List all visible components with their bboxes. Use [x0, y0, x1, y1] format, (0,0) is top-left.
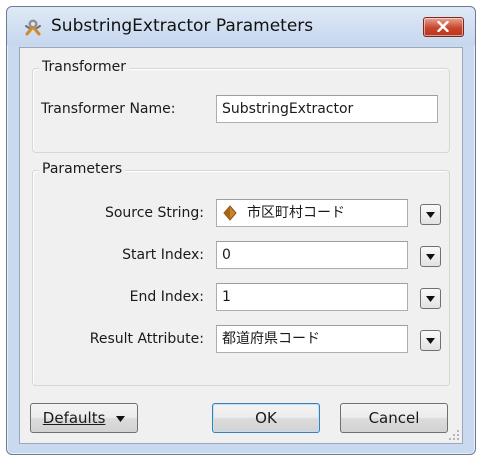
end-index-input[interactable]: 1 [216, 283, 408, 311]
attribute-diamond-icon [223, 205, 237, 221]
result-attribute-label: Result Attribute: [89, 331, 204, 347]
end-index-label: End Index: [129, 289, 204, 305]
close-icon [437, 21, 449, 32]
dialog-content: Transformer Transformer Name: SubstringE… [19, 47, 463, 444]
chevron-down-icon [116, 415, 126, 422]
transformer-name-input[interactable]: SubstringExtractor [216, 95, 438, 123]
dialog-window: SubstringExtractor Parameters Transforme… [6, 6, 476, 455]
source-string-label: Source String: [104, 205, 204, 221]
result-attribute-input[interactable]: 都道府県コード [216, 325, 408, 353]
ok-button[interactable]: OK [212, 403, 320, 433]
start-index-label: Start Index: [122, 247, 204, 263]
transformer-group: Transformer Transformer Name: SubstringE… [32, 59, 450, 153]
transformer-name-label: Transformer Name: [41, 101, 176, 117]
title-bar[interactable]: SubstringExtractor Parameters [7, 7, 475, 45]
parameters-group-label: Parameters [39, 161, 126, 177]
chevron-down-icon [426, 212, 435, 218]
window-title: SubstringExtractor Parameters [51, 16, 314, 36]
chevron-down-icon [426, 254, 435, 260]
end-index-dropdown-button[interactable] [420, 288, 441, 309]
close-button[interactable] [423, 17, 464, 37]
start-index-dropdown-button[interactable] [420, 246, 441, 267]
result-attribute-dropdown-button[interactable] [420, 330, 441, 351]
transformer-group-label: Transformer [39, 59, 130, 75]
start-index-input[interactable]: 0 [216, 241, 408, 269]
resize-grip-icon[interactable] [448, 429, 460, 441]
cancel-button[interactable]: Cancel [340, 403, 448, 433]
defaults-button[interactable]: Defaults [30, 403, 138, 433]
chevron-down-icon [426, 338, 435, 344]
parameters-group: Parameters Source String: 市区町村コード Start … [32, 161, 450, 386]
source-string-dropdown-button[interactable] [420, 204, 441, 225]
chevron-down-icon [426, 296, 435, 302]
transformer-icon [25, 19, 41, 36]
defaults-label: Defaults [42, 409, 106, 427]
source-string-value: 市区町村コード [247, 205, 345, 221]
source-string-input[interactable]: 市区町村コード [216, 199, 408, 227]
